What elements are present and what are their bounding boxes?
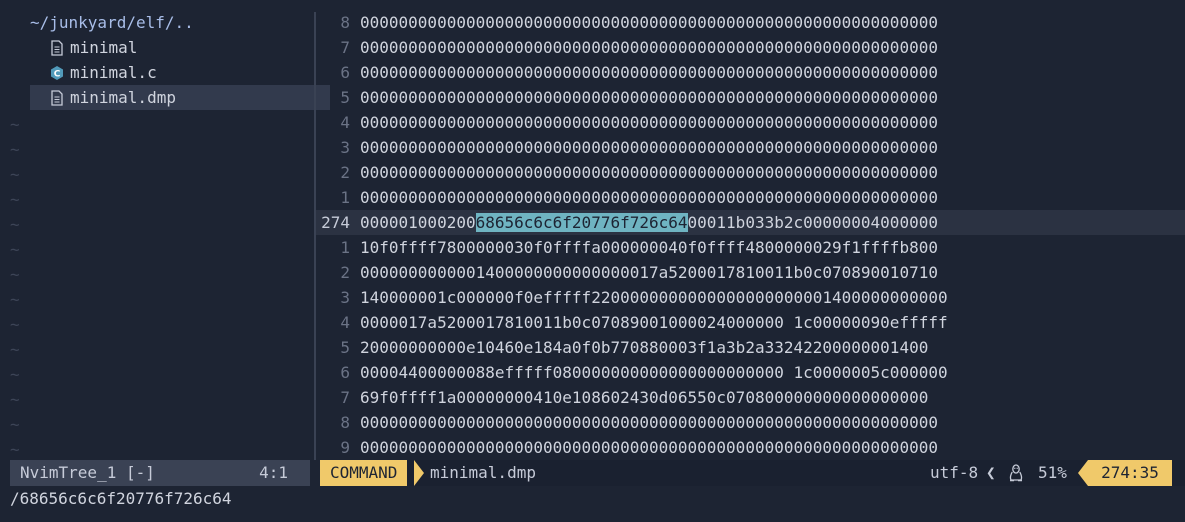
buffer-line: 1 10f0ffff7800000030f0ffffa000000040f0fff… [316,235,1185,260]
line-text-before: 000001000200 [360,213,476,232]
mode-separator-arrow [414,460,424,486]
line-text: 20000000000e10460e184a0f0b770880003f1a3b… [360,338,929,357]
line-text: 0000000000000000000000000000000000000000… [360,63,938,82]
line-number: 7 [340,388,350,407]
buffer-line: 2 000000000000000000000000000000000000000… [316,160,1185,185]
buffer-line: 4 000000000000000000000000000000000000000… [316,110,1185,135]
buffer-line: 9 000000000000000000000000000000000000000… [316,435,1185,460]
empty-line-tilde: ~ [10,440,20,459]
line-text-after: 00011b033b2c00000004000000 [687,213,938,232]
tree-item-minimal-dmp[interactable]: minimal.dmp [30,85,330,110]
linux-tux-icon [1009,464,1023,482]
line-number: 9 [340,438,350,457]
file-icon [51,89,63,106]
buffer-line: 7 000000000000000000000000000000000000000… [316,35,1185,60]
tree-item-minimal[interactable]: minimal [0,35,364,60]
buffer-line: 5 000000000000000000000000000000000000000… [316,85,1185,110]
mode-indicator: COMMAND [320,460,408,486]
editor-statusline: COMMAND minimal.dmp utf-8 ❮ 51% 274:35 [320,460,1185,486]
empty-line-tilde: ~ [10,290,20,309]
search-match-highlight: 68656c6c6f20776f726c64 [475,213,688,232]
tree-statusline: NvimTree_1 [-] 4:1 [10,460,310,486]
line-text: 69f0ffff1a00000000410e108602430d06550c07… [360,388,929,407]
empty-line-tilde: ~ [10,340,20,359]
empty-line-tilde: ~ [10,265,20,284]
line-number: 4 [340,313,350,332]
buffer-line: 6 000000000000000000000000000000000000000… [316,60,1185,85]
status-filename: minimal.dmp [430,463,536,482]
line-number: 6 [340,63,350,82]
line-text: 0000000000000000000000000000000000000000… [360,13,938,32]
line-number: 274 [321,213,350,232]
buffer-line: 8 000000000000000000000000000000000000000… [316,410,1185,435]
tree-cursor-position: 4:1 [259,463,288,482]
line-number: 3 [340,288,350,307]
svg-text:C: C [54,69,61,79]
buffer-line: 5 20000000000e10460e184a0f0b770880003f1a3… [316,335,1185,360]
line-text: 00000100020068656c6c6f20776f726c6400011b… [360,210,938,235]
empty-line-tilde: ~ [10,215,20,234]
tree-item-label: minimal.dmp [70,88,176,107]
tree-item-minimal-c[interactable]: C minimal.c [0,60,364,85]
empty-line-tilde: ~ [10,140,20,159]
c-language-icon: C [51,65,63,80]
line-text: 10f0ffff7800000030f0ffffa000000040f0ffff… [360,238,938,257]
editor-buffer[interactable]: 8 000000000000000000000000000000000000000… [316,10,1185,460]
current-line: 274 00000100020068656c6c6f20776f726c64000… [316,210,1185,235]
empty-line-tilde: ~ [10,115,20,134]
scroll-percent: 51% [1038,463,1067,482]
empty-line-tilde: ~ [10,365,20,384]
line-number: 8 [340,413,350,432]
empty-line-tilde: ~ [10,390,20,409]
empty-line-tilde: ~ [10,165,20,184]
line-number: 1 [340,188,350,207]
empty-line-tilde: ~ [10,415,20,434]
file-icon [51,39,63,56]
line-number: 6 [340,363,350,382]
tree-root-path[interactable]: ~/junkyard/elf/.. [0,10,344,35]
line-number: 5 [340,88,350,107]
line-text: 0000000000000000000000000000000000000000… [360,88,938,107]
buffer-line: 4 0000017a5200017810011b0c070890010000240… [316,310,1185,335]
buffer-line: 7 69f0ffff1a00000000410e108602430d06550c0… [316,385,1185,410]
line-number: 2 [340,263,350,282]
line-text: 0000017a5200017810011b0c0708900100002400… [360,313,948,332]
file-encoding: utf-8 [930,463,979,482]
cursor-position: 274:35 [1088,460,1172,486]
command-line[interactable]: /68656c6c6f20776f726c64 [10,486,232,512]
buffer-line: 3 000000000000000000000000000000000000000… [316,135,1185,160]
line-text: 00004400000088efffff08000000000000000000… [360,363,948,382]
file-tree-panel: ~/junkyard/elf/.. minimal C minimal.c mi… [0,0,330,460]
buffer-line: 6 00004400000088efffff0800000000000000000… [316,360,1185,385]
line-number: 7 [340,38,350,57]
line-text: 0000000000000000000000000000000000000000… [360,438,938,457]
empty-line-tilde: ~ [10,315,20,334]
line-number: 1 [340,238,350,257]
line-text: 140000001c000000f0efffff2200000000000000… [360,288,948,307]
empty-line-tilde: ~ [10,190,20,209]
empty-line-tilde: ~ [10,240,20,259]
tree-buffer-name: NvimTree_1 [-] [20,463,155,482]
buffer-line: 3 140000001c000000f0efffff220000000000000… [316,285,1185,310]
line-text: 0000000000001400000000000000017a52000178… [360,263,938,282]
line-text: 0000000000000000000000000000000000000000… [360,38,938,57]
line-text: 0000000000000000000000000000000000000000… [360,163,938,182]
line-text: 0000000000000000000000000000000000000000… [360,413,938,432]
line-text: 0000000000000000000000000000000000000000… [360,113,938,132]
line-text: 0000000000000000000000000000000000000000… [360,188,938,207]
line-number: 5 [340,338,350,357]
position-separator-arrow [1078,460,1088,486]
buffer-line: 1 000000000000000000000000000000000000000… [316,185,1185,210]
tree-item-label: minimal [70,38,138,57]
line-number: 8 [340,13,350,32]
tree-item-label: minimal.c [70,63,157,82]
chevron-left-icon: ❮ [986,463,996,482]
line-text: 0000000000000000000000000000000000000000… [360,138,938,157]
line-number: 2 [340,163,350,182]
buffer-line: 2 0000000000001400000000000000017a5200017… [316,260,1185,285]
line-number: 4 [340,113,350,132]
buffer-line: 8 000000000000000000000000000000000000000… [316,10,1185,35]
line-number: 3 [340,138,350,157]
